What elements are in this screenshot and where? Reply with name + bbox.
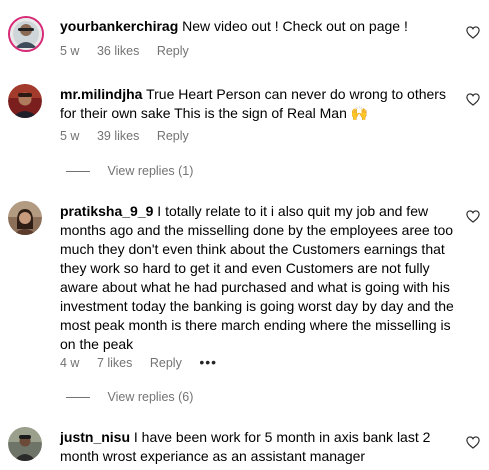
comment-meta: 4 w 7 likes Reply •••	[60, 354, 231, 370]
avatar[interactable]	[8, 16, 44, 52]
comment-text: justn_nisu I have been work for 5 month …	[60, 428, 455, 466]
more-options-icon[interactable]: •••	[199, 354, 217, 370]
view-replies-label: View replies (1)	[107, 164, 194, 178]
heart-icon[interactable]	[466, 436, 480, 449]
comment-body: I totally relate to it i also quit my jo…	[60, 203, 454, 352]
comment-username[interactable]: mr.milindjha	[60, 86, 142, 102]
heart-icon[interactable]	[466, 93, 480, 106]
comment-username[interactable]: pratiksha_9_9	[60, 203, 153, 219]
avatar-image	[10, 18, 42, 50]
comment-meta: 5 w 39 likes Reply	[60, 129, 203, 143]
replies-divider	[66, 397, 90, 399]
comment-text: mr.milindjha True Heart Person can never…	[60, 85, 455, 123]
view-replies-button[interactable]: View replies (1)	[66, 164, 193, 178]
comment-likes[interactable]: 39 likes	[97, 129, 139, 143]
comment-text: pratiksha_9_9 I totally relate to it i a…	[60, 202, 455, 354]
comment-time[interactable]: 5 w	[60, 44, 79, 58]
reply-button[interactable]: Reply	[157, 44, 189, 58]
comment-likes[interactable]: 36 likes	[97, 44, 139, 58]
comment-body: New video out ! Check out on page !	[182, 18, 408, 34]
avatar-image	[8, 201, 42, 235]
view-replies-button[interactable]: View replies (6)	[66, 390, 193, 404]
avatar[interactable]	[8, 427, 42, 461]
comment-username[interactable]: justn_nisu	[60, 429, 130, 445]
comment-text: yourbankerchirag New video out ! Check o…	[60, 17, 455, 36]
reply-button[interactable]: Reply	[157, 129, 189, 143]
comment-time[interactable]: 4 w	[60, 356, 79, 370]
comment-username[interactable]: yourbankerchirag	[60, 18, 178, 34]
heart-icon[interactable]	[466, 210, 480, 223]
view-replies-label: View replies (6)	[107, 390, 194, 404]
replies-divider	[66, 171, 90, 173]
heart-icon[interactable]	[466, 26, 480, 39]
comment-time[interactable]: 5 w	[60, 129, 79, 143]
avatar-image	[8, 427, 42, 461]
comment-meta: 5 w 36 likes Reply	[60, 44, 203, 58]
avatar[interactable]	[8, 201, 42, 235]
comment-likes[interactable]: 7 likes	[97, 356, 132, 370]
reply-button[interactable]: Reply	[150, 356, 182, 370]
avatar[interactable]	[8, 84, 42, 118]
avatar-image	[8, 84, 42, 118]
